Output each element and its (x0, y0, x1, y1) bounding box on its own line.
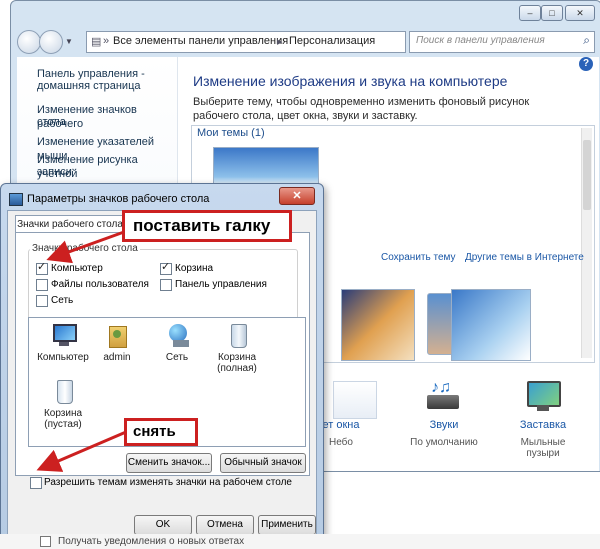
background-checkbox[interactable] (40, 536, 51, 547)
arrow-to-allow-themes-checkbox (36, 430, 127, 472)
annotation-arrows (36, 230, 127, 472)
background-strip: Получать уведомления о новых ответах (0, 534, 600, 549)
background-text: Получать уведомления о новых ответах (58, 536, 245, 547)
arrow-to-computer-checkbox (46, 230, 125, 264)
